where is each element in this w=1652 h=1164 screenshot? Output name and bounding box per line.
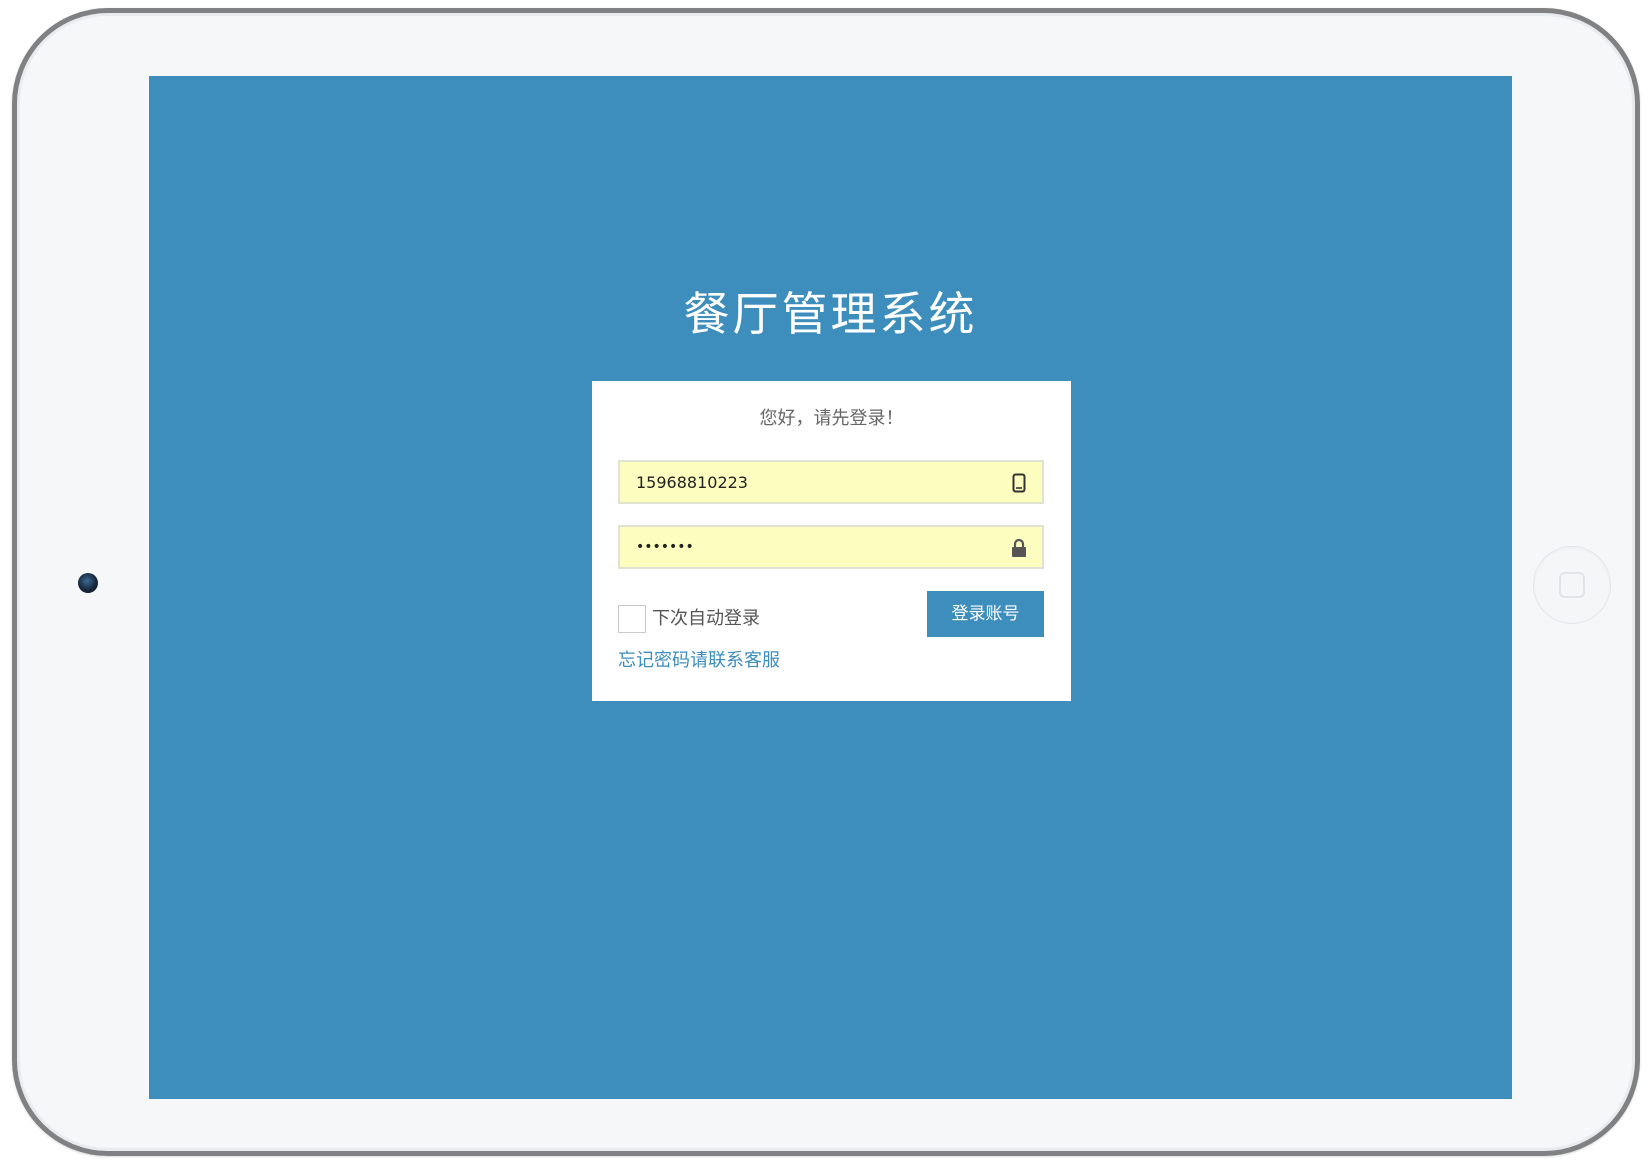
forgot-password-link[interactable]: 忘记密码请联系客服 bbox=[618, 649, 780, 673]
lock-icon bbox=[1012, 538, 1026, 557]
login-button[interactable]: 登录账号 bbox=[927, 591, 1044, 637]
login-card: 您好，请先登录！ 下次自动登录 登录账号 忘记密码请联系客服 bbox=[592, 381, 1071, 701]
remember-me-label: 下次自动登录 bbox=[652, 608, 760, 629]
stage: 餐厅管理系统 您好，请先登录！ 下次自动登录 登录账号 忘记密码 bbox=[0, 0, 1652, 1164]
password-input[interactable] bbox=[636, 527, 996, 567]
remember-me-checkbox[interactable] bbox=[618, 605, 646, 633]
phone-field[interactable] bbox=[618, 460, 1044, 504]
camera-icon bbox=[78, 573, 98, 593]
password-field[interactable] bbox=[618, 525, 1044, 569]
home-button[interactable] bbox=[1533, 546, 1611, 624]
phone-input[interactable] bbox=[636, 462, 996, 502]
login-greeting: 您好，请先登录！ bbox=[759, 408, 904, 429]
mobile-phone-icon bbox=[1012, 473, 1026, 493]
screen: 餐厅管理系统 您好，请先登录！ 下次自动登录 登录账号 忘记密码 bbox=[149, 76, 1512, 1099]
home-square-icon bbox=[1559, 572, 1585, 598]
page-title: 餐厅管理系统 bbox=[683, 287, 978, 341]
